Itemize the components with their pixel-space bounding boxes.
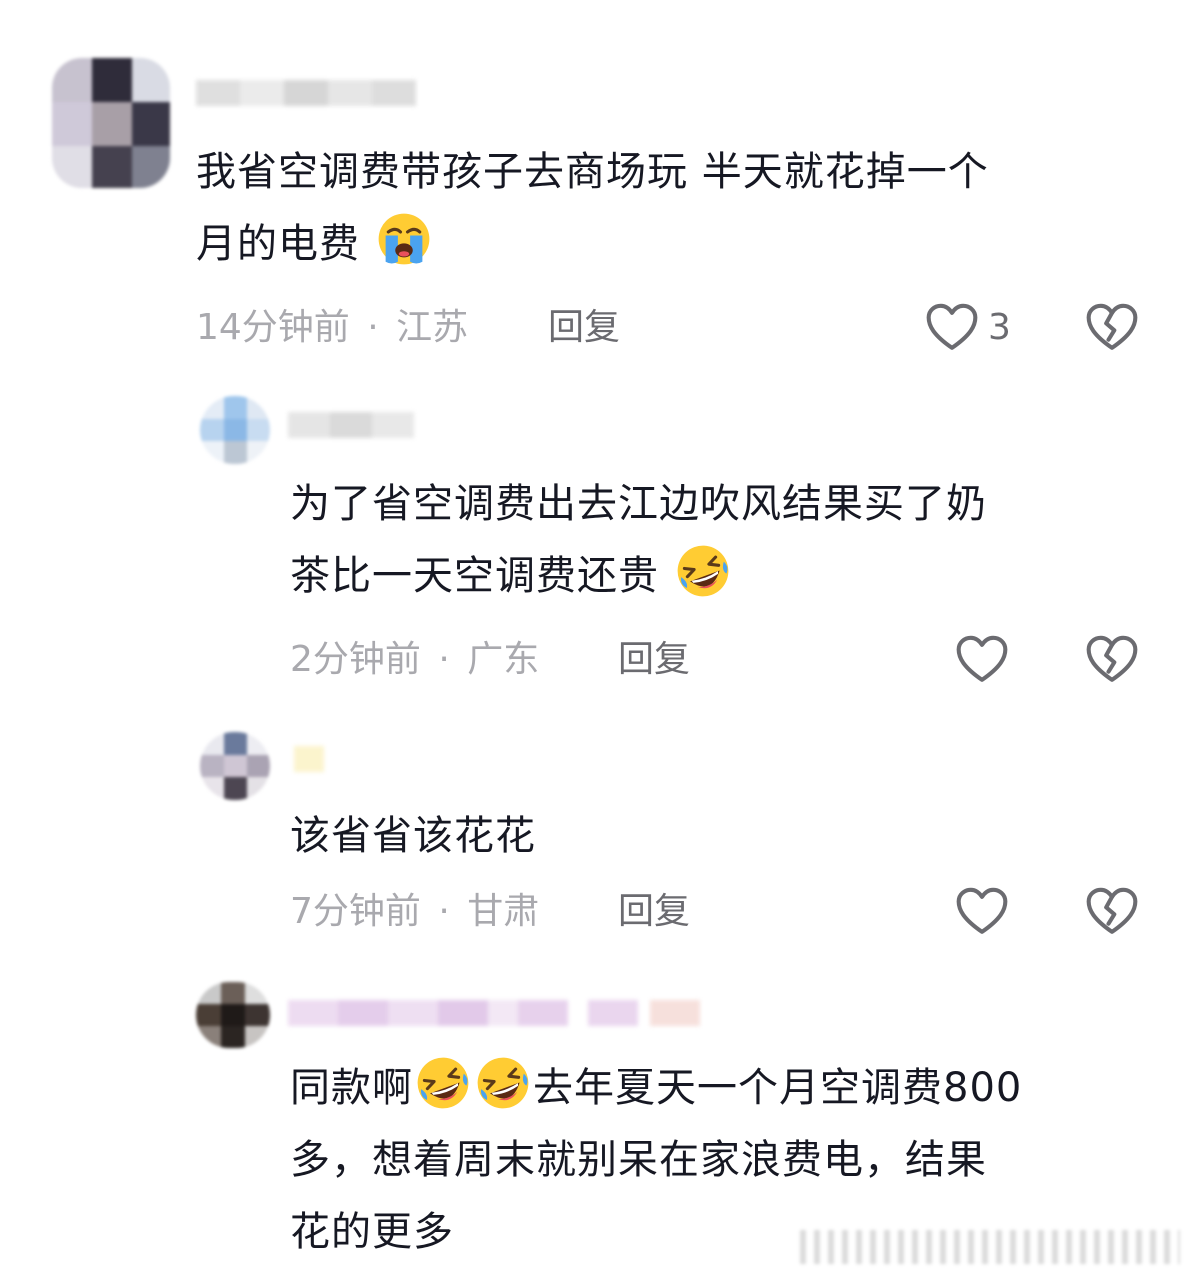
comment-time: 2分钟前 — [290, 639, 421, 680]
meta-separator: · — [438, 891, 450, 932]
comment-text-line: 多，想着周末就别呆在家浪费电，结果 — [290, 1137, 987, 1183]
heart-icon[interactable] — [954, 632, 1010, 688]
broken-heart-icon[interactable] — [1084, 884, 1140, 940]
reply-button[interactable]: 回复 — [548, 304, 620, 352]
broken-heart-icon[interactable] — [1084, 300, 1140, 356]
comment-text-line: 该省省该花花 — [290, 813, 536, 859]
watermark — [800, 1230, 1180, 1264]
comment-text-fragment: 同款啊 — [290, 1065, 413, 1111]
avatar[interactable] — [196, 982, 270, 1048]
username[interactable] — [288, 404, 414, 444]
comment-meta: 2分钟前 · 广东 — [290, 636, 539, 684]
comment-text-line: 月的电费 — [196, 208, 989, 280]
comment-text-fragment: 茶比一天空调费还贵 — [290, 553, 659, 599]
avatar[interactable] — [200, 396, 270, 464]
loudly-crying-face-emoji-icon — [378, 213, 430, 265]
comment-region: 江苏 — [396, 307, 469, 348]
comment-text: 为了省空调费出去江边吹风结果买了奶 茶比一天空调费还贵 — [290, 468, 987, 612]
username[interactable] — [288, 992, 700, 1032]
rolling-on-floor-laughing-emoji-icon — [677, 545, 729, 597]
comment-text-line: 茶比一天空调费还贵 — [290, 540, 987, 612]
comment-meta: 14分钟前 · 江苏 — [196, 304, 468, 352]
comment-text-fragment: 去年夏天一个月空调费800 — [533, 1065, 1023, 1111]
comment-region: 甘肃 — [467, 891, 540, 932]
avatar[interactable] — [200, 732, 270, 800]
meta-separator: · — [367, 307, 379, 348]
username[interactable] — [196, 72, 416, 112]
comment-text-line: 为了省空调费出去江边吹风结果买了奶 — [290, 481, 987, 527]
comment-region: 广东 — [467, 639, 540, 680]
comment-text: 我省空调费带孩子去商场玩 半天就花掉一个 月的电费 — [196, 136, 989, 280]
rolling-on-floor-laughing-emoji-icon — [417, 1057, 469, 1109]
reply-button[interactable]: 回复 — [618, 636, 690, 684]
comment-time: 14分钟前 — [196, 307, 350, 348]
reply-button[interactable]: 回复 — [618, 888, 690, 936]
heart-icon[interactable] — [924, 300, 980, 356]
comment-text-line: 同款啊 去年夏天一个月空调费800 — [290, 1052, 1022, 1124]
meta-separator: · — [438, 639, 450, 680]
comment-text-fragment: 月的电费 — [196, 221, 360, 267]
broken-heart-icon[interactable] — [1084, 632, 1140, 688]
comment-text: 该省省该花花 — [290, 800, 536, 872]
rolling-on-floor-laughing-emoji-icon — [477, 1057, 529, 1109]
username[interactable] — [294, 738, 324, 778]
like-count: 3 — [988, 307, 1011, 348]
avatar[interactable] — [52, 58, 170, 188]
comment-time: 7分钟前 — [290, 891, 421, 932]
comment-meta: 7分钟前 · 甘肃 — [290, 888, 539, 936]
heart-icon[interactable] — [954, 884, 1010, 940]
comment-text-line: 我省空调费带孩子去商场玩 半天就花掉一个 — [196, 149, 989, 195]
